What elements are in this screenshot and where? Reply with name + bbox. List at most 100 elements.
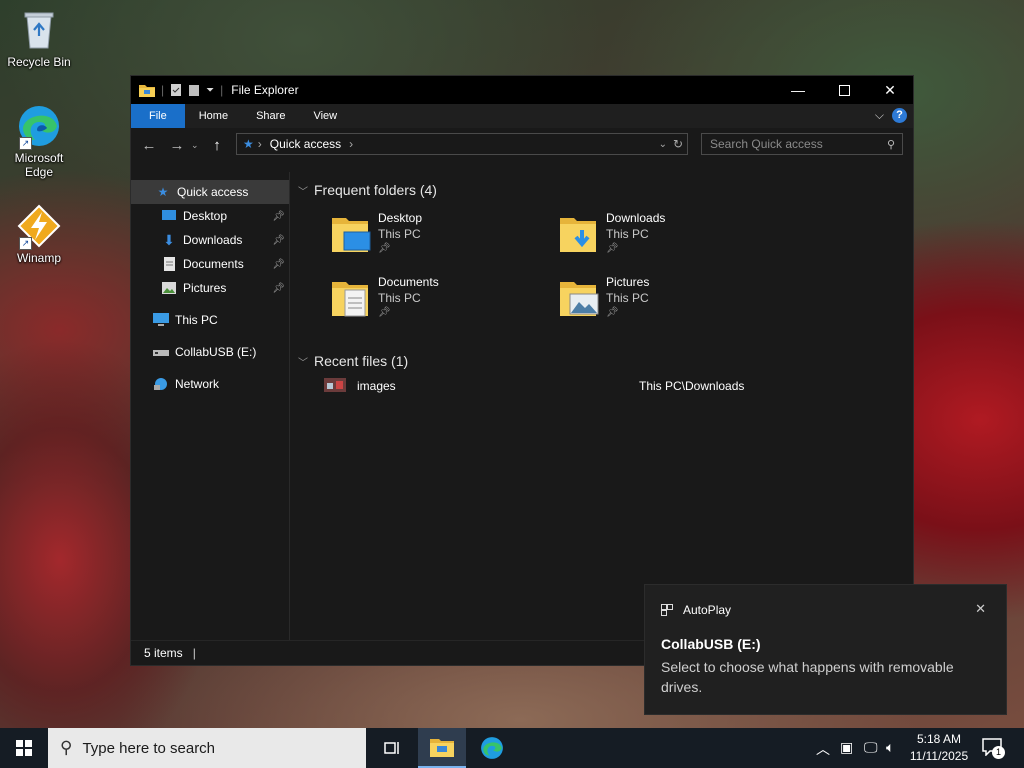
pin-icon: 📌︎ [272, 210, 285, 222]
refresh-icon[interactable]: ↻ [673, 137, 683, 151]
pin-icon: 📌︎ [606, 243, 619, 254]
nav-item-collabusb[interactable]: CollabUSB (E:) [131, 340, 289, 364]
autoplay-notification[interactable]: AutoPlay ✕ CollabUSB (E:) Select to choo… [644, 584, 1007, 715]
recent-file-row[interactable]: images This PC\Downloads [324, 376, 784, 396]
pictures-folder-icon [560, 282, 599, 316]
desktop-icon-label: Winamp [16, 251, 61, 265]
download-arrow-icon: ⬇ [163, 231, 175, 248]
folder-tile-documents[interactable]: Documents This PC 📌︎ [332, 274, 552, 326]
search-box[interactable]: Search Quick access ⚲ [701, 133, 903, 155]
windows-logo-icon [16, 740, 32, 756]
pin-icon: 📌︎ [272, 258, 285, 270]
close-icon: ✕ [884, 81, 896, 98]
up-button[interactable]: ↑ [203, 137, 231, 154]
explorer-folder-icon [139, 85, 155, 97]
recycle-bin-icon [17, 8, 61, 52]
properties-icon[interactable] [170, 83, 182, 97]
nav-item-desktop[interactable]: Desktop 📌︎ [131, 204, 289, 228]
help-icon[interactable]: ? [892, 108, 907, 123]
address-dropdown-icon[interactable]: ⌄ [659, 139, 667, 150]
nav-item-network[interactable]: Network [131, 372, 289, 396]
maximize-icon [838, 84, 850, 96]
forward-button[interactable]: → [163, 137, 191, 154]
close-button[interactable]: ✕ [867, 76, 913, 104]
task-view-button[interactable] [368, 728, 416, 768]
winamp-icon: ↗ [17, 204, 61, 250]
navigation-bar: ← → ⌄ ↑ ★ › Quick access › ⌄ ↻ Search Qu… [131, 128, 913, 162]
clock-time: 5:18 AM [916, 732, 962, 746]
quick-access-star-icon: ★ [243, 137, 254, 151]
network-status-icon[interactable]: 🖵︎ [864, 739, 878, 756]
status-item-count: 5 items [144, 646, 183, 660]
toast-close-button[interactable]: ✕ [975, 601, 986, 617]
taskbar: ⚲ Type here to search ︿ ▣ 🖵︎ 🔈︎ 5:18 AM … [0, 728, 1024, 768]
documents-folder-icon [332, 282, 368, 317]
recent-locations-icon[interactable]: ⌄ [191, 140, 203, 151]
desktop-icon [161, 208, 177, 224]
desktop-icon-recycle-bin[interactable]: Recycle Bin [1, 8, 77, 69]
recent-files-header[interactable]: ﹀ Recent files (1) [298, 353, 408, 369]
toast-message: Select to choose what happens with remov… [661, 659, 954, 695]
security-icon[interactable]: ▣ [840, 739, 853, 756]
file-explorer-window: | ⏷ | File Explorer — ✕ File Home Share … [130, 75, 914, 666]
document-icon [161, 256, 177, 272]
search-placeholder: Search Quick access [710, 137, 823, 151]
taskbar-edge[interactable] [468, 728, 516, 768]
pin-icon: 📌︎ [272, 282, 285, 294]
search-icon: ⚲ [886, 138, 895, 151]
folder-tile-pictures[interactable]: Pictures This PC 📌︎ [560, 274, 780, 326]
search-icon: ⚲ [60, 738, 73, 757]
taskbar-search-box[interactable]: ⚲ Type here to search [48, 728, 366, 768]
start-button[interactable] [0, 728, 48, 768]
computer-icon [153, 312, 169, 328]
toast-title: CollabUSB (E:) [661, 636, 761, 652]
action-center-button[interactable]: 1 [978, 736, 1008, 760]
address-path[interactable]: Quick access [270, 137, 341, 151]
desktop-icon-label: Microsoft Edge [14, 151, 64, 179]
nav-item-quick-access[interactable]: ★ Quick access [131, 180, 289, 204]
desktop-icon-winamp[interactable]: ↗ Winamp [1, 204, 77, 265]
window-title: File Explorer [231, 83, 299, 97]
minimize-button[interactable]: — [775, 76, 821, 104]
maximize-button[interactable] [821, 76, 867, 104]
autoplay-icon [661, 604, 673, 616]
show-hidden-icons-button[interactable]: ︿ [816, 739, 830, 759]
chevron-down-icon: ﹀ [298, 357, 308, 369]
tab-share[interactable]: Share [242, 104, 299, 128]
folder-tile-desktop[interactable]: Desktop This PC 📌︎ [332, 210, 552, 262]
expand-ribbon-icon[interactable]: ⌵ [875, 108, 884, 123]
nav-item-downloads[interactable]: ⬇ Downloads 📌︎ [131, 228, 289, 252]
image-file-icon [324, 378, 346, 392]
volume-muted-icon[interactable]: 🔈︎ [886, 739, 894, 756]
shortcut-arrow-icon: ↗ [19, 237, 32, 250]
folder-tile-downloads[interactable]: Downloads This PC 📌︎ [560, 210, 780, 262]
shortcut-arrow-icon: ↗ [19, 137, 32, 150]
desktop-icon-label: Recycle Bin [7, 55, 71, 69]
toast-app-name: AutoPlay [683, 603, 732, 617]
star-icon: ★ [157, 185, 169, 199]
chevron-down-icon: ﹀ [298, 186, 308, 198]
title-bar[interactable]: | ⏷ | File Explorer — ✕ [131, 76, 913, 104]
clock-date: 11/11/2025 [909, 749, 969, 763]
downloads-folder-icon [560, 218, 596, 252]
edge-icon [481, 737, 503, 759]
ribbon-tabs: File Home Share View ⌵ ? [131, 104, 913, 128]
file-explorer-icon [430, 739, 454, 757]
tab-home[interactable]: Home [185, 104, 242, 128]
desktop-icon-edge[interactable]: ↗ Microsoft Edge [1, 104, 77, 179]
desktop-folder-icon [332, 218, 371, 252]
address-bar[interactable]: ★ › Quick access › ⌄ ↻ [236, 133, 688, 155]
nav-item-pictures[interactable]: Pictures 📌︎ [131, 276, 289, 300]
minimize-icon: — [791, 82, 805, 98]
customize-quick-access-icon[interactable]: ⏷ [206, 85, 214, 96]
clock[interactable]: 5:18 AM 11/11/2025 [906, 731, 972, 765]
frequent-folders-header[interactable]: ﹀ Frequent folders (4) [298, 182, 437, 198]
tab-view[interactable]: View [299, 104, 351, 128]
pictures-icon [161, 280, 177, 296]
taskbar-file-explorer[interactable] [418, 728, 466, 768]
back-button[interactable]: ← [135, 137, 163, 154]
nav-item-this-pc[interactable]: This PC [131, 308, 289, 332]
tab-file[interactable]: File [131, 104, 185, 128]
new-folder-icon[interactable] [188, 83, 200, 97]
nav-item-documents[interactable]: Documents 📌︎ [131, 252, 289, 276]
